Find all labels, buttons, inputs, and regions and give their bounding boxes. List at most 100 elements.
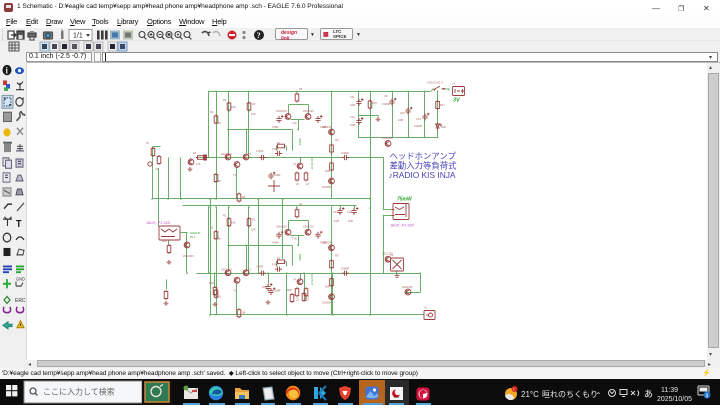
svg-text:2SC2120: 2SC2120	[382, 136, 393, 140]
svg-text:CS: CS	[394, 395, 400, 399]
svg-text:11:39: 11:39	[661, 387, 678, 394]
svg-text:47K: 47K	[196, 162, 201, 166]
svg-text:2SA1015: 2SA1015	[276, 109, 287, 113]
svg-text:OUTPUT: OUTPUT	[310, 274, 314, 286]
svg-text:22M: 22M	[350, 123, 355, 127]
svg-text:C22: C22	[347, 210, 352, 214]
svg-text:VREF: VREF	[298, 138, 302, 146]
svg-text:2SC1815: 2SC1815	[183, 254, 194, 258]
svg-text:IN: IN	[146, 141, 149, 145]
svg-text:T4: T4	[293, 162, 297, 166]
svg-text:S-EU3.5/21.9: S-EU3.5/21.9	[427, 81, 443, 85]
svg-text:R17: R17	[440, 103, 445, 107]
svg-text:1000M: 1000M	[414, 124, 422, 128]
svg-text:47MF: 47MF	[272, 147, 279, 151]
svg-text:C12: C12	[350, 115, 355, 119]
svg-text:R26: R26	[209, 281, 214, 285]
svg-text:R6: R6	[299, 203, 303, 207]
svg-text:10MF: 10MF	[274, 173, 281, 177]
svg-text:10K: 10K	[231, 105, 236, 109]
svg-text:1K: 1K	[218, 121, 221, 125]
svg-text:75mW: 75mW	[397, 197, 413, 203]
svg-text:R1: R1	[223, 214, 227, 218]
svg-text:!: !	[513, 387, 514, 392]
svg-text:100MF: 100MF	[341, 151, 349, 155]
svg-text:47MF: 47MF	[272, 241, 279, 245]
svg-text:C21: C21	[333, 210, 338, 214]
svg-text:?: ?	[257, 31, 261, 40]
svg-text:3.3MF: 3.3MF	[256, 265, 264, 269]
svg-text:VR: VR	[155, 167, 159, 171]
svg-text:2MF: 2MF	[325, 285, 331, 289]
svg-text:差動入力等負荷式: 差動入力等負荷式	[390, 161, 458, 171]
svg-text:R4: R4	[193, 151, 197, 155]
svg-text:1MF: 1MF	[334, 219, 340, 223]
svg-text:2SA05A: 2SA05A	[322, 301, 332, 305]
svg-text:10K: 10K	[231, 221, 236, 225]
svg-text:ヘッドホンアンプ: ヘッドホンアンプ	[390, 151, 457, 161]
svg-text:+V: +V	[452, 82, 456, 86]
svg-text:ERC: ERC	[15, 298, 26, 304]
svg-text:10K: 10K	[251, 228, 256, 232]
svg-text:22M: 22M	[398, 118, 403, 122]
svg-text:R16: R16	[372, 101, 377, 105]
svg-text:1K: 1K	[218, 179, 221, 183]
svg-text:R9: R9	[335, 138, 339, 142]
svg-text:8: 8	[706, 394, 709, 400]
svg-text:3V: 3V	[453, 98, 461, 104]
svg-text:1/1: 1/1	[73, 33, 83, 40]
svg-text:2SD15A: 2SD15A	[322, 241, 332, 245]
svg-text:R8: R8	[242, 311, 246, 315]
svg-text:R2: R2	[210, 226, 214, 230]
svg-text:R8: R8	[242, 195, 246, 199]
svg-text:3.3MF: 3.3MF	[256, 149, 264, 153]
svg-text:OUTPUT: OUTPUT	[310, 158, 314, 170]
svg-text:22: 22	[296, 182, 299, 186]
svg-text:2SA05A: 2SA05A	[322, 185, 332, 189]
svg-text:+V: +V	[424, 306, 428, 310]
svg-text:R1: R1	[223, 98, 227, 102]
svg-text:1K: 1K	[218, 295, 221, 299]
svg-text:T2: T2	[248, 268, 252, 272]
svg-text:GND: GND	[16, 276, 25, 281]
svg-text:R3: R3	[252, 102, 256, 106]
svg-text:2MF: 2MF	[325, 169, 331, 173]
svg-text:1MF: 1MF	[262, 285, 268, 289]
svg-text:100MF: 100MF	[341, 267, 349, 271]
svg-text:R20: R20	[162, 239, 167, 243]
svg-text:R7: R7	[277, 141, 281, 145]
svg-text:10MF: 10MF	[274, 289, 281, 293]
svg-text:1MF: 1MF	[348, 219, 354, 223]
svg-text:R7: R7	[277, 257, 281, 261]
svg-text:22M: 22M	[350, 103, 355, 107]
svg-text:22: 22	[296, 298, 299, 302]
svg-text:C13: C13	[416, 117, 421, 121]
svg-text:R2: R2	[210, 110, 214, 114]
svg-text:R3: R3	[252, 218, 256, 222]
svg-text:T4: T4	[293, 278, 297, 282]
svg-text:R6: R6	[299, 87, 303, 91]
svg-text:JACK: PJ-320: JACK: PJ-320	[390, 224, 414, 228]
svg-text:⌃: ⌃	[595, 391, 602, 400]
svg-text:2SD15A: 2SD15A	[322, 125, 332, 129]
svg-text:1000M: 1000M	[382, 102, 390, 106]
svg-text:T1A: T1A	[292, 121, 297, 125]
svg-text:10K: 10K	[251, 112, 256, 116]
svg-text:2SA1015: 2SA1015	[303, 109, 314, 113]
svg-text:T2: T2	[248, 152, 252, 156]
svg-text:47MF: 47MF	[272, 125, 279, 129]
svg-text:C8: C8	[384, 94, 388, 98]
svg-text:47MF: 47MF	[272, 263, 279, 267]
svg-text:2SC1815: 2SC1815	[221, 152, 232, 156]
svg-text:22: 22	[306, 182, 309, 186]
svg-text:T1A: T1A	[292, 237, 297, 241]
svg-text:LED: LED	[441, 125, 446, 129]
svg-text:2SA1015: 2SA1015	[303, 225, 314, 229]
svg-text:2SC1815: 2SC1815	[221, 268, 232, 272]
svg-text:C11: C11	[350, 95, 355, 99]
svg-text:VREF: VREF	[298, 254, 302, 262]
svg-text:ここに入力して検索: ここに入力して検索	[43, 387, 115, 397]
svg-text:1K: 1K	[218, 237, 221, 241]
svg-text:X1: X1	[390, 253, 394, 257]
svg-text:あ: あ	[644, 389, 653, 399]
